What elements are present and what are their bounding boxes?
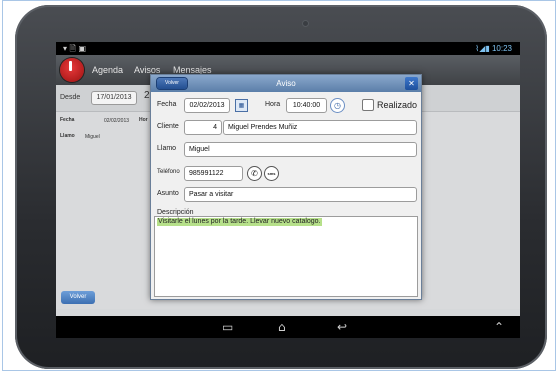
- descripcion-text: Visitarle el lunes por la tarde. Llevar …: [157, 218, 322, 226]
- desde-field[interactable]: 17/01/2013: [91, 91, 137, 105]
- chevron-up-icon[interactable]: ⌃: [494, 320, 504, 334]
- telefono-field[interactable]: 985991122: [184, 166, 243, 181]
- close-icon[interactable]: ✕: [405, 77, 418, 90]
- system-nav-bar: ▭ ⌂ ↩ ⌃: [56, 316, 520, 338]
- asunto-label: Asunto: [157, 190, 179, 197]
- cliente-name-field[interactable]: Miguel Prendes Muñiz: [223, 120, 417, 135]
- status-icons-left: ▾ 🗎 ▣: [63, 44, 87, 53]
- fecha-label: Fecha: [157, 101, 177, 108]
- hora-field[interactable]: 10:40:00: [286, 98, 327, 113]
- cliente-id-field[interactable]: 4: [184, 120, 222, 135]
- status-right: ⌇◢▮ 10:23: [475, 42, 512, 55]
- list-fecha-label: Fecha: [60, 117, 75, 123]
- descripcion-textarea[interactable]: Visitarle el lunes por la tarde. Llevar …: [154, 216, 418, 297]
- desde-label: Desde: [60, 94, 81, 101]
- fecha-field[interactable]: 02/02/2013: [184, 98, 230, 113]
- device-screen: ▾ 🗎 ▣ ⌇◢▮ 10:23 Agenda Avisos Mensajes D…: [56, 42, 520, 338]
- background-back-button[interactable]: Volver: [61, 291, 95, 304]
- dialog-back-button[interactable]: Volver: [157, 78, 187, 89]
- calendar-icon[interactable]: ▦: [235, 99, 248, 112]
- descripcion-label: Descripción: [157, 209, 194, 216]
- dialog-header: Aviso Volver ✕: [151, 75, 421, 92]
- nav-agenda[interactable]: Agenda: [92, 65, 123, 75]
- cliente-label: Cliente: [157, 123, 179, 130]
- recents-nav-icon[interactable]: ▭: [222, 320, 233, 334]
- list-llamo-label: Llamo: [60, 133, 75, 139]
- hora-label: Hora: [265, 101, 281, 108]
- asunto-field[interactable]: Pasar a visitar: [184, 187, 417, 202]
- llamo-label: Llamo: [157, 145, 177, 152]
- realizado-checkbox[interactable]: [362, 99, 374, 111]
- camera-dot: [303, 21, 308, 26]
- app-logo: [60, 58, 84, 82]
- list-llamo-value: Miguel: [85, 134, 100, 140]
- list-hora-label: Hor: [139, 117, 148, 123]
- telefono-label: Teléfono: [157, 169, 180, 175]
- back-nav-icon[interactable]: ↩: [337, 320, 347, 334]
- realizado-label: Realizado: [377, 100, 418, 110]
- status-bar: ▾ 🗎 ▣ ⌇◢▮ 10:23: [56, 42, 520, 55]
- aviso-dialog: Aviso Volver ✕ Fecha 02/02/2013 ▦ Hora 1…: [150, 74, 422, 300]
- sms-icon[interactable]: sms: [264, 166, 279, 181]
- list-fecha-value: 02/02/2013: [104, 118, 130, 124]
- hasta-partial: 2: [144, 90, 150, 101]
- dialog-title: Aviso: [276, 79, 296, 88]
- home-nav-icon[interactable]: ⌂: [278, 320, 286, 334]
- phone-icon[interactable]: ✆: [247, 166, 262, 181]
- signal-icon: ⌇◢▮: [475, 44, 492, 53]
- llamo-field[interactable]: Miguel: [184, 142, 417, 157]
- status-time: 10:23: [491, 44, 512, 53]
- clock-icon[interactable]: ◷: [330, 98, 345, 113]
